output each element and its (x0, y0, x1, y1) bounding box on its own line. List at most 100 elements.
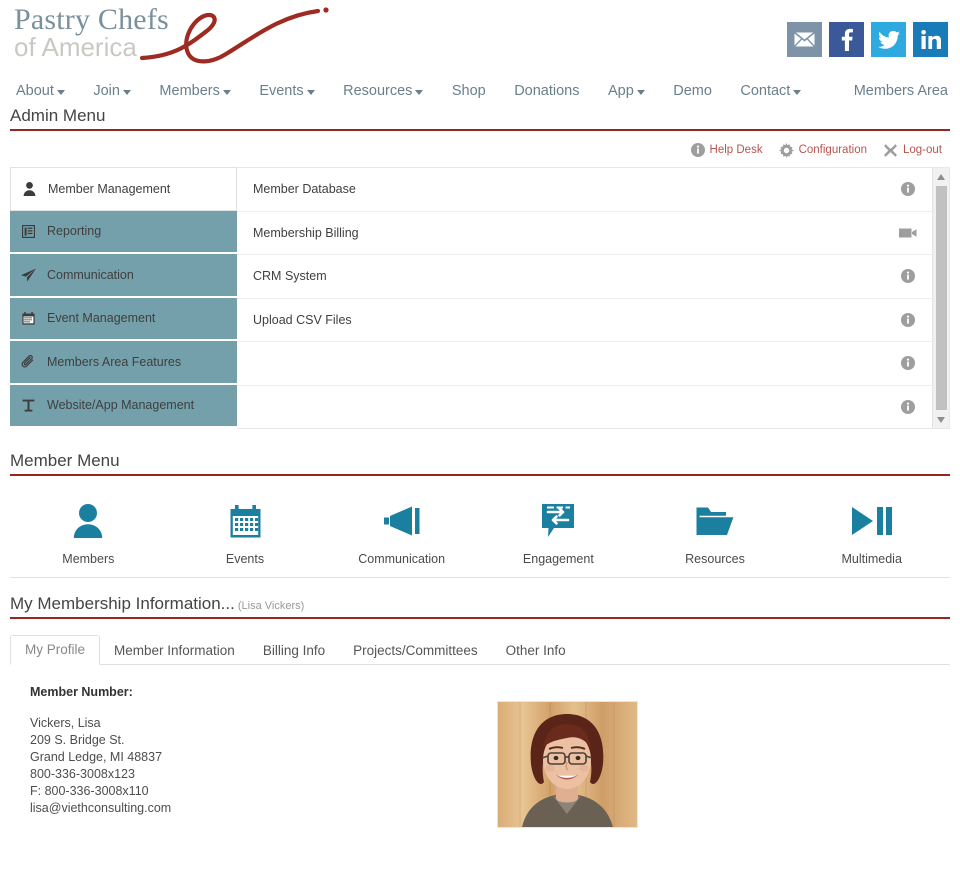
tab-other-info[interactable]: Other Info (492, 637, 580, 665)
member-menu-item-resources[interactable]: Resources (637, 500, 794, 577)
member-menu-item-multimedia[interactable]: Multimedia (793, 500, 950, 577)
folder-open-icon (637, 500, 794, 542)
member-number-label: Member Number: (30, 685, 133, 699)
tab-my-profile[interactable]: My Profile (10, 635, 101, 665)
chevron-down-icon (56, 89, 65, 95)
calendar-icon (20, 311, 36, 325)
email-icon[interactable] (787, 22, 822, 57)
chevron-down-icon (306, 89, 315, 95)
paperclip-icon (20, 354, 36, 369)
logo-line-2: of America (14, 32, 137, 62)
tab-projects-committees[interactable]: Projects/Committees (339, 637, 492, 665)
chat-exchange-icon (480, 500, 637, 542)
chevron-down-icon (415, 89, 424, 95)
admin-row-empty-2[interactable] (237, 385, 949, 428)
nav-item-demo[interactable]: Demo (673, 76, 712, 106)
admin-category-members-area-features[interactable]: Members Area Features (10, 341, 237, 385)
facebook-icon[interactable] (829, 22, 864, 57)
play-pause-icon (793, 500, 950, 542)
member-menu-item-engagement[interactable]: Engagement (480, 500, 637, 577)
admin-menu-title-text: Admin Menu (10, 106, 106, 125)
chevron-down-icon (636, 89, 645, 95)
nav-label: Join (93, 83, 120, 99)
nav-item-app[interactable]: App (608, 76, 645, 106)
main-navigation: About Join Members Events Resources Shop… (0, 76, 960, 106)
membership-info-user: (Lisa Vickers) (237, 600, 305, 612)
scroll-down-arrow-icon[interactable] (933, 411, 950, 428)
calendar-icon (167, 500, 324, 542)
admin-menu-panel: Member Management Reporting Communicatio… (10, 167, 950, 429)
gear-icon (778, 142, 794, 158)
nav-item-join[interactable]: Join (93, 76, 131, 106)
linkedin-icon[interactable] (913, 22, 948, 57)
admin-category-label: Website/App Management (47, 398, 195, 413)
configuration-button[interactable]: Configuration (778, 142, 867, 158)
user-icon (21, 181, 37, 196)
member-menu-label: Members (62, 552, 115, 566)
help-desk-button[interactable]: Help Desk (690, 143, 763, 157)
admin-category-label: Event Management (47, 311, 156, 326)
close-x-icon (884, 143, 897, 157)
admin-row-membership-billing[interactable]: Membership Billing (237, 211, 949, 255)
scroll-up-arrow-icon[interactable] (933, 168, 950, 185)
paper-plane-icon (20, 268, 36, 282)
admin-row-label: Membership Billing (253, 225, 359, 240)
admin-category-label: Communication (47, 267, 134, 282)
social-links (787, 22, 948, 57)
report-icon (20, 224, 36, 238)
admin-row-crm-system[interactable]: CRM System (237, 255, 949, 299)
profile-panel: Member Number: Vickers, Lisa 209 S. Brid… (10, 685, 950, 845)
tab-billing-info[interactable]: Billing Info (249, 637, 339, 665)
nav-item-members[interactable]: Members (159, 76, 231, 106)
nav-item-events[interactable]: Events (259, 76, 315, 106)
member-fax: F: 800-336-3008x110 (30, 784, 149, 798)
admin-row-member-database[interactable]: Member Database (237, 168, 949, 212)
twitter-icon[interactable] (871, 22, 906, 57)
member-menu-label: Resources (685, 552, 745, 566)
scrollbar-thumb[interactable] (935, 186, 947, 410)
member-address-block: Vickers, Lisa 209 S. Bridge St. Grand Le… (30, 715, 950, 817)
nav-label: About (16, 83, 54, 99)
member-street: 209 S. Bridge St. (30, 733, 125, 747)
admin-row-upload-csv-files[interactable]: Upload CSV Files (237, 298, 949, 342)
admin-menu-title: Admin Menu (10, 106, 950, 131)
admin-category-member-management[interactable]: Member Management (10, 167, 237, 211)
nav-label: Demo (673, 83, 712, 99)
member-email[interactable]: lisa@viethconsulting.com (30, 800, 950, 817)
nav-label: Resources (343, 83, 413, 99)
member-city-state-zip: Grand Ledge, MI 48837 (30, 750, 163, 764)
member-menu-label: Engagement (522, 552, 594, 566)
admin-row-label: CRM System (253, 269, 327, 284)
admin-row-label: Upload CSV Files (253, 312, 352, 327)
tab-label: Projects/Committees (353, 643, 478, 658)
chevron-down-icon (222, 89, 231, 95)
nav-label: Members (159, 83, 220, 99)
nav-item-about[interactable]: About (16, 76, 65, 106)
admin-category-event-management[interactable]: Event Management (10, 297, 237, 341)
nav-item-donations[interactable]: Donations (514, 76, 579, 106)
text-tool-icon (20, 399, 36, 412)
site-logo[interactable]: Pastry Chefs of America (10, 4, 350, 70)
admin-category-reporting[interactable]: Reporting (10, 210, 237, 254)
members-area-link[interactable]: Members Area (854, 76, 948, 106)
nav-item-contact[interactable]: Contact (740, 76, 802, 106)
logout-button[interactable]: Log-out (883, 143, 942, 158)
admin-category-website-app-management[interactable]: Website/App Management (10, 384, 237, 428)
chevron-down-icon (122, 89, 131, 95)
nav-label: App (607, 83, 634, 99)
nav-item-shop[interactable]: Shop (452, 76, 486, 106)
admin-category-communication[interactable]: Communication (10, 254, 237, 298)
admin-action-bar: Help Desk Configuration Log-out (0, 141, 942, 159)
tab-member-information[interactable]: Member Information (100, 637, 249, 665)
admin-panel-scrollbar[interactable] (932, 168, 949, 428)
member-portrait-image (498, 702, 637, 827)
nav-item-resources[interactable]: Resources (343, 76, 424, 106)
tab-label: My Profile (25, 642, 86, 657)
member-menu-item-communication[interactable]: Communication (323, 500, 480, 577)
member-name: Vickers, Lisa (30, 716, 101, 730)
member-menu-item-events[interactable]: Events (167, 500, 324, 577)
chevron-down-icon (793, 89, 802, 95)
admin-row-empty-1[interactable] (237, 342, 949, 386)
member-menu-item-members[interactable]: Members (10, 500, 167, 577)
member-phone: 800-336-3008x123 (30, 767, 135, 781)
